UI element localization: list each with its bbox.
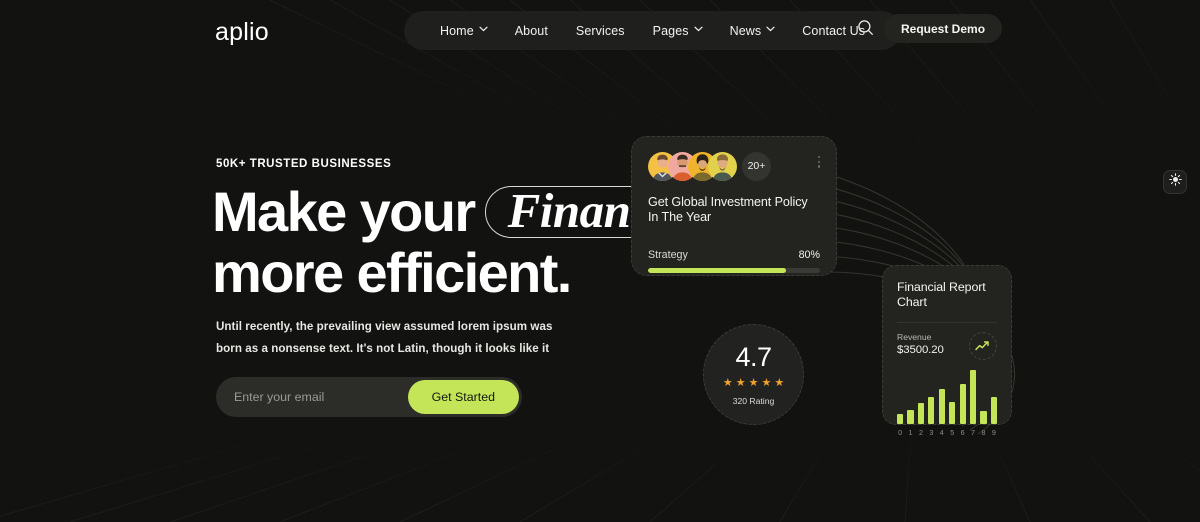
chevron-down-icon (694, 26, 703, 34)
chart-bar (980, 411, 987, 424)
revenue-label: Revenue (897, 332, 932, 342)
avatar (708, 151, 737, 181)
chart-bar (897, 414, 904, 424)
financial-report-card: Financial Report Chart Revenue $3500.20 … (882, 265, 1012, 437)
strategy-metric-row: Strategy 80% (648, 249, 820, 261)
nav-label: About (514, 23, 548, 38)
chart-x-label: 7 (971, 428, 976, 437)
nav-item-about[interactable]: About (501, 24, 562, 38)
star-icon: ★ (735, 376, 746, 389)
report-card-title: Financial Report Chart (897, 280, 986, 309)
theme-toggle-button[interactable] (1163, 170, 1187, 194)
search-icon (857, 19, 874, 41)
avatar-group: 20+ (648, 151, 820, 181)
strategy-progress-fill (648, 268, 786, 273)
site-header: aplio Home About Services Pages News Con… (0, 0, 1200, 60)
email-signup-form: Get Started (216, 377, 522, 417)
chart-bar (938, 389, 945, 424)
nav-item-services[interactable]: Services (562, 24, 639, 38)
nav-item-pages[interactable]: Pages (639, 24, 716, 38)
rating-badge: 4.7 ★ ★ ★ ★ ★ 320 Rating (703, 324, 804, 425)
chevron-down-icon (479, 26, 488, 34)
revenue-value: $3500.20 (897, 344, 944, 356)
chart-x-label: 9 (991, 428, 996, 437)
strategy-progress-bar (648, 268, 820, 273)
chart-x-label: 2 (918, 428, 923, 437)
chart-x-label: 4 (939, 428, 944, 437)
main-navigation: Home About Services Pages News Contact U… (404, 11, 902, 50)
nav-item-news[interactable]: News (716, 24, 789, 38)
email-input[interactable] (234, 390, 408, 404)
sun-icon (1168, 173, 1182, 191)
strategy-value: 80% (798, 249, 820, 261)
chart-bar (959, 384, 966, 424)
get-started-button[interactable]: Get Started (407, 380, 519, 414)
revenue-row: Revenue $3500.20 (897, 332, 997, 360)
chart-x-label: 8 (981, 428, 986, 437)
investment-policy-card: 20+ Get Global Investment Policy In The … (631, 136, 837, 276)
rating-score: 4.7 (735, 341, 772, 372)
chart-x-label: 1 (908, 428, 913, 437)
revenue-bar-chart (897, 368, 997, 424)
star-icon: ★ (761, 376, 772, 389)
investment-card-title: Get Global Investment Policy In The Year (648, 195, 808, 224)
trend-up-icon (969, 332, 997, 360)
strategy-label: Strategy (648, 249, 688, 261)
nav-label: Services (575, 23, 625, 38)
chart-bar (949, 401, 956, 424)
nav-label: Home (440, 23, 474, 38)
hero-eyebrow: 50K+ TRUSTED BUSINESSES (216, 158, 392, 170)
rating-stars: ★ ★ ★ ★ ★ (722, 376, 785, 389)
chart-bar (969, 370, 977, 424)
request-demo-button[interactable]: Request Demo (884, 14, 1003, 43)
avatar-overflow-badge: 20+ (742, 151, 771, 181)
chart-bar (917, 403, 925, 424)
chart-x-label: 0 (898, 428, 903, 437)
chart-bar (990, 397, 997, 424)
star-icon: ★ (722, 376, 733, 389)
nav-label: News (729, 23, 762, 38)
chart-x-label: 5 (950, 428, 955, 437)
revenue-bar-chart-labels: 0123456789 (897, 428, 997, 437)
nav-item-home[interactable]: Home (426, 24, 501, 38)
chart-x-label: 6 (960, 428, 965, 437)
brand-logo[interactable]: aplio (215, 18, 269, 47)
chart-bar (907, 409, 914, 424)
nav-label: Pages (652, 23, 689, 38)
star-icon: ★ (748, 376, 759, 389)
chart-x-label: 3 (929, 428, 934, 437)
chevron-down-icon (766, 26, 775, 34)
more-options-icon[interactable] (817, 156, 820, 168)
page-root: aplio Home About Services Pages News Con… (0, 0, 1200, 522)
headline-part-1: Make your (212, 180, 476, 243)
search-button[interactable] (852, 16, 879, 43)
chart-bar (928, 397, 935, 424)
divider (897, 322, 997, 323)
rating-count: 320 Rating (732, 395, 775, 406)
hero-subcopy: Until recently, the prevailing view assu… (216, 320, 553, 355)
star-icon: ★ (774, 376, 785, 389)
